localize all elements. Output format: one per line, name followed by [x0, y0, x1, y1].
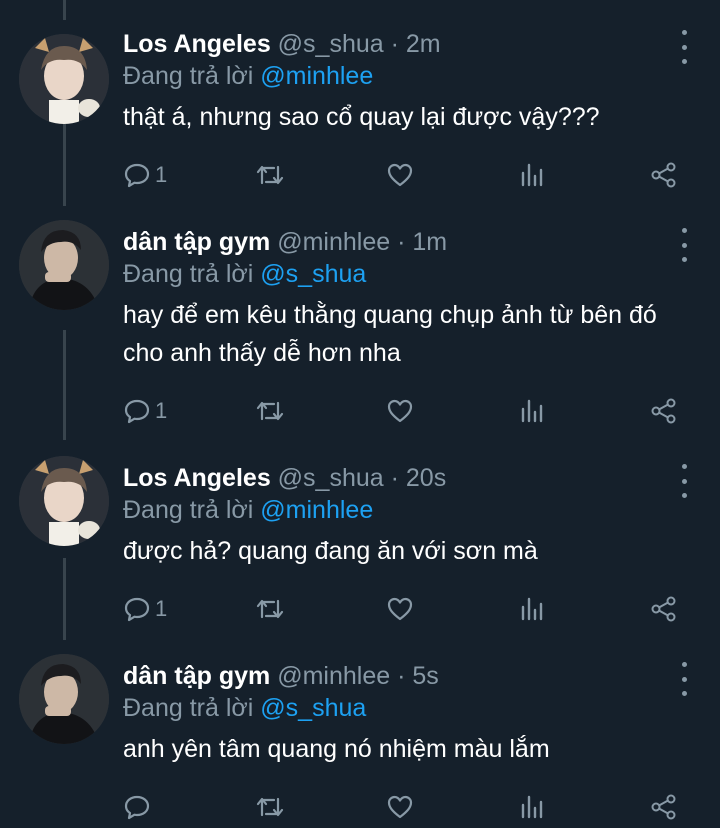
tweet-actions: 1 — [0, 158, 720, 192]
tweet-text: anh yên tâm quang nó nhiệm màu lắm — [123, 735, 550, 763]
analytics-bars-icon — [521, 795, 543, 819]
user-handle[interactable]: @minhlee — [277, 228, 390, 256]
retweet-icon — [256, 165, 284, 185]
speech-bubble-icon — [124, 597, 150, 622]
like-button[interactable] — [386, 394, 414, 428]
separator-dot: · — [390, 30, 399, 58]
retweet-button[interactable] — [255, 790, 285, 824]
avatar[interactable] — [19, 654, 109, 744]
more-vertical-icon[interactable] — [678, 228, 690, 262]
tweet-header: Los Angeles @s_shua · 2m — [123, 28, 670, 60]
analytics-button[interactable] — [518, 790, 546, 824]
tweet-actions: 1 — [0, 394, 720, 428]
tweet-text: thật á, nhưng sao cổ quay lại được vậy??… — [123, 103, 600, 131]
tweet-header: Los Angeles @s_shua · 20s — [123, 462, 670, 494]
mention-link[interactable]: @minhlee — [260, 62, 373, 90]
heart-icon — [387, 163, 413, 187]
user-handle[interactable]: @minhlee — [277, 662, 390, 690]
mention-link[interactable]: @s_shua — [260, 694, 366, 722]
user-handle[interactable]: @s_shua — [278, 464, 384, 492]
replying-to-label: Đang trả lời — [123, 62, 254, 90]
analytics-button[interactable] — [518, 158, 546, 192]
reply-count: 1 — [155, 398, 168, 423]
separator-dot: · — [390, 464, 399, 492]
timestamp[interactable]: 20s — [406, 464, 446, 492]
reply-button[interactable] — [123, 790, 155, 824]
reply-button[interactable]: 1 — [123, 592, 167, 626]
speech-bubble-icon — [124, 399, 150, 424]
avatar[interactable] — [19, 220, 109, 310]
timestamp[interactable]: 1m — [412, 228, 447, 256]
tweet-text: được hả? quang đang ăn với sơn mà — [123, 537, 538, 565]
retweet-button[interactable] — [255, 592, 285, 626]
tweet-header: dân tập gym @minhlee · 1m — [123, 226, 670, 258]
share-icon — [651, 794, 676, 820]
heart-icon — [387, 795, 413, 819]
timestamp[interactable]: 2m — [406, 30, 441, 58]
analytics-bars-icon — [521, 163, 543, 187]
analytics-bars-icon — [521, 399, 543, 423]
display-name[interactable]: dân tập gym — [123, 662, 270, 690]
like-button[interactable] — [386, 592, 414, 626]
tweet-header: dân tập gym @minhlee · 5s — [123, 660, 670, 692]
more-vertical-icon[interactable] — [678, 30, 690, 64]
tweet-text: hay để em kêu thằng quang chụp ảnh từ bê… — [123, 301, 657, 367]
share-icon — [651, 398, 676, 424]
tweet-actions — [0, 790, 720, 824]
heart-icon — [387, 399, 413, 423]
mention-link[interactable]: @s_shua — [260, 260, 366, 288]
like-button[interactable] — [386, 158, 414, 192]
replying-to: Đang trả lời @minhlee — [123, 60, 670, 92]
separator-dot: · — [397, 662, 406, 690]
speech-bubble-icon — [124, 163, 150, 188]
replying-to: Đang trả lời @s_shua — [123, 258, 670, 290]
more-vertical-icon[interactable] — [678, 464, 690, 498]
replying-to: Đang trả lời @minhlee — [123, 494, 670, 526]
display-name[interactable]: Los Angeles — [123, 30, 271, 58]
reply-count: 1 — [155, 596, 168, 621]
more-vertical-icon[interactable] — [678, 662, 690, 696]
reply-button[interactable]: 1 — [123, 158, 167, 192]
replying-to-label: Đang trả lời — [123, 260, 254, 288]
thread-connector — [63, 0, 66, 20]
analytics-bars-icon — [521, 597, 543, 621]
reply-count: 1 — [155, 162, 168, 187]
retweet-icon — [256, 401, 284, 421]
retweet-icon — [256, 797, 284, 817]
user-handle[interactable]: @s_shua — [278, 30, 384, 58]
timestamp[interactable]: 5s — [412, 662, 438, 690]
display-name[interactable]: dân tập gym — [123, 228, 270, 256]
share-icon — [651, 596, 676, 622]
replying-to: Đang trả lời @s_shua — [123, 692, 670, 724]
reply-button[interactable]: 1 — [123, 394, 167, 428]
like-button[interactable] — [386, 790, 414, 824]
speech-bubble-icon — [124, 795, 150, 820]
mention-link[interactable]: @minhlee — [260, 496, 373, 524]
share-button[interactable] — [650, 394, 678, 428]
retweet-button[interactable] — [255, 158, 285, 192]
analytics-button[interactable] — [518, 394, 546, 428]
share-button[interactable] — [650, 790, 678, 824]
replying-to-label: Đang trả lời — [123, 496, 254, 524]
tweet-actions: 1 — [0, 592, 720, 626]
separator-dot: · — [397, 228, 406, 256]
display-name[interactable]: Los Angeles — [123, 464, 271, 492]
heart-icon — [387, 597, 413, 621]
avatar[interactable] — [19, 456, 109, 546]
avatar[interactable] — [19, 34, 109, 124]
retweet-button[interactable] — [255, 394, 285, 428]
analytics-button[interactable] — [518, 592, 546, 626]
share-button[interactable] — [650, 592, 678, 626]
retweet-icon — [256, 599, 284, 619]
replying-to-label: Đang trả lời — [123, 694, 254, 722]
share-button[interactable] — [650, 158, 678, 192]
share-icon — [651, 162, 676, 188]
